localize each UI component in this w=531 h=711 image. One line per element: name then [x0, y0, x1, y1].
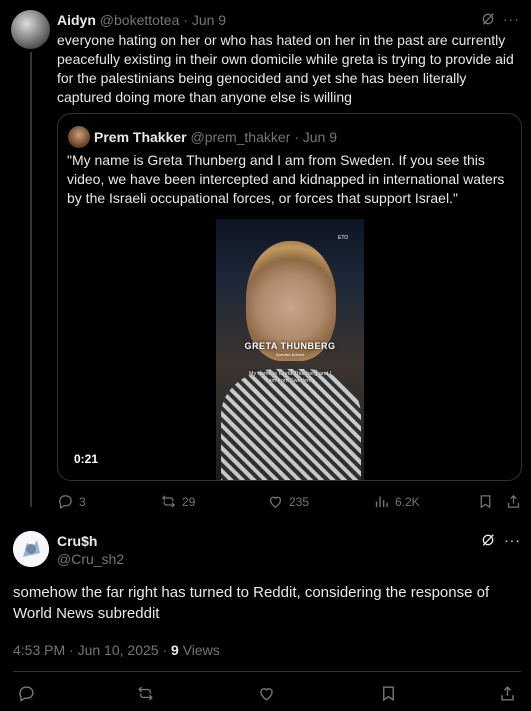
more-icon[interactable]: ··· — [504, 532, 521, 548]
reply-button[interactable]: 3 — [57, 493, 86, 510]
video-scarf — [221, 369, 361, 480]
separator: · — [69, 642, 74, 658]
heart-icon — [269, 496, 282, 508]
quoted-display-name: Prem Thakker — [94, 129, 187, 145]
separator: · — [294, 129, 299, 145]
divider — [13, 671, 521, 672]
separator: · — [183, 12, 188, 28]
tweet-header: Aidyn @bokettotea · Jun 9 — [57, 12, 226, 28]
quoted-handle: @prem_thakker — [190, 129, 291, 145]
views-icon — [375, 496, 388, 508]
avatar[interactable] — [11, 10, 50, 49]
repost-button[interactable]: 29 — [160, 493, 195, 510]
repost-button[interactable] — [136, 684, 155, 703]
bookmark-button[interactable] — [379, 684, 398, 703]
handle[interactable]: @Cru_sh2 — [57, 551, 124, 567]
grok-icon[interactable] — [480, 11, 496, 32]
quoted-tweet-header: Prem Thakker @prem_thakker · Jun 9 — [94, 129, 337, 145]
avatar[interactable] — [13, 531, 49, 567]
bookmark-button[interactable] — [477, 493, 494, 510]
reply-button[interactable] — [17, 684, 36, 703]
display-name[interactable]: Cru$h — [57, 533, 97, 549]
share-icon — [507, 494, 520, 508]
separator: · — [162, 642, 168, 658]
video-player[interactable]: ETO GRETA THUNBERG Swedish Activist My n… — [216, 219, 364, 480]
heart-icon — [260, 688, 273, 701]
share-icon — [501, 686, 514, 701]
repost-icon — [161, 495, 176, 508]
video-badge: ETO — [338, 235, 349, 241]
quoted-tweet-text: "My name is Greta Thunberg and I am from… — [67, 152, 505, 206]
like-button[interactable] — [257, 684, 276, 703]
tweet-date[interactable]: Jun 9 — [192, 12, 226, 28]
views-button[interactable]: 6.2K — [373, 493, 420, 510]
tweet-text: somehow the far right has turned to Redd… — [13, 584, 490, 622]
tweet-date[interactable]: Jun 10, 2025 — [78, 642, 159, 658]
quoted-avatar — [68, 126, 90, 148]
video-overlay-subtitle: Swedish Activist — [275, 352, 305, 357]
reply-icon — [19, 686, 34, 702]
reply-icon — [59, 495, 72, 510]
share-button[interactable] — [505, 493, 522, 510]
like-button[interactable]: 235 — [267, 493, 309, 510]
bookmark-icon — [480, 495, 491, 509]
video-overlay-title: GRETA THUNBERG — [244, 341, 336, 351]
reply-count: 3 — [79, 494, 86, 509]
views-count: 9 — [171, 642, 179, 658]
tweet-text: everyone hating on her or who has hated … — [57, 32, 514, 105]
handle[interactable]: @bokettotea — [100, 12, 180, 28]
display-name[interactable]: Aidyn — [57, 12, 96, 28]
tweet-time[interactable]: 4:53 PM — [13, 642, 65, 658]
video-caption: My name is Greta Thunberg and I am from … — [248, 371, 332, 384]
quoted-date: Jun 9 — [302, 129, 338, 145]
video-duration: 0:21 — [74, 452, 99, 466]
grok-icon[interactable] — [480, 532, 496, 553]
like-count: 235 — [289, 494, 310, 509]
views-count: 6.2K — [395, 494, 420, 509]
thread-line — [30, 52, 32, 507]
avatar-image — [13, 531, 49, 567]
tweet-meta: 4:53 PM · Jun 10, 2025 · 9 Views — [13, 642, 220, 658]
repost-icon — [138, 686, 153, 701]
views-label: Views — [182, 642, 220, 658]
bookmark-icon — [383, 686, 394, 702]
more-icon[interactable]: ··· — [503, 11, 520, 27]
share-button[interactable] — [498, 684, 517, 703]
repost-count: 29 — [182, 494, 196, 509]
